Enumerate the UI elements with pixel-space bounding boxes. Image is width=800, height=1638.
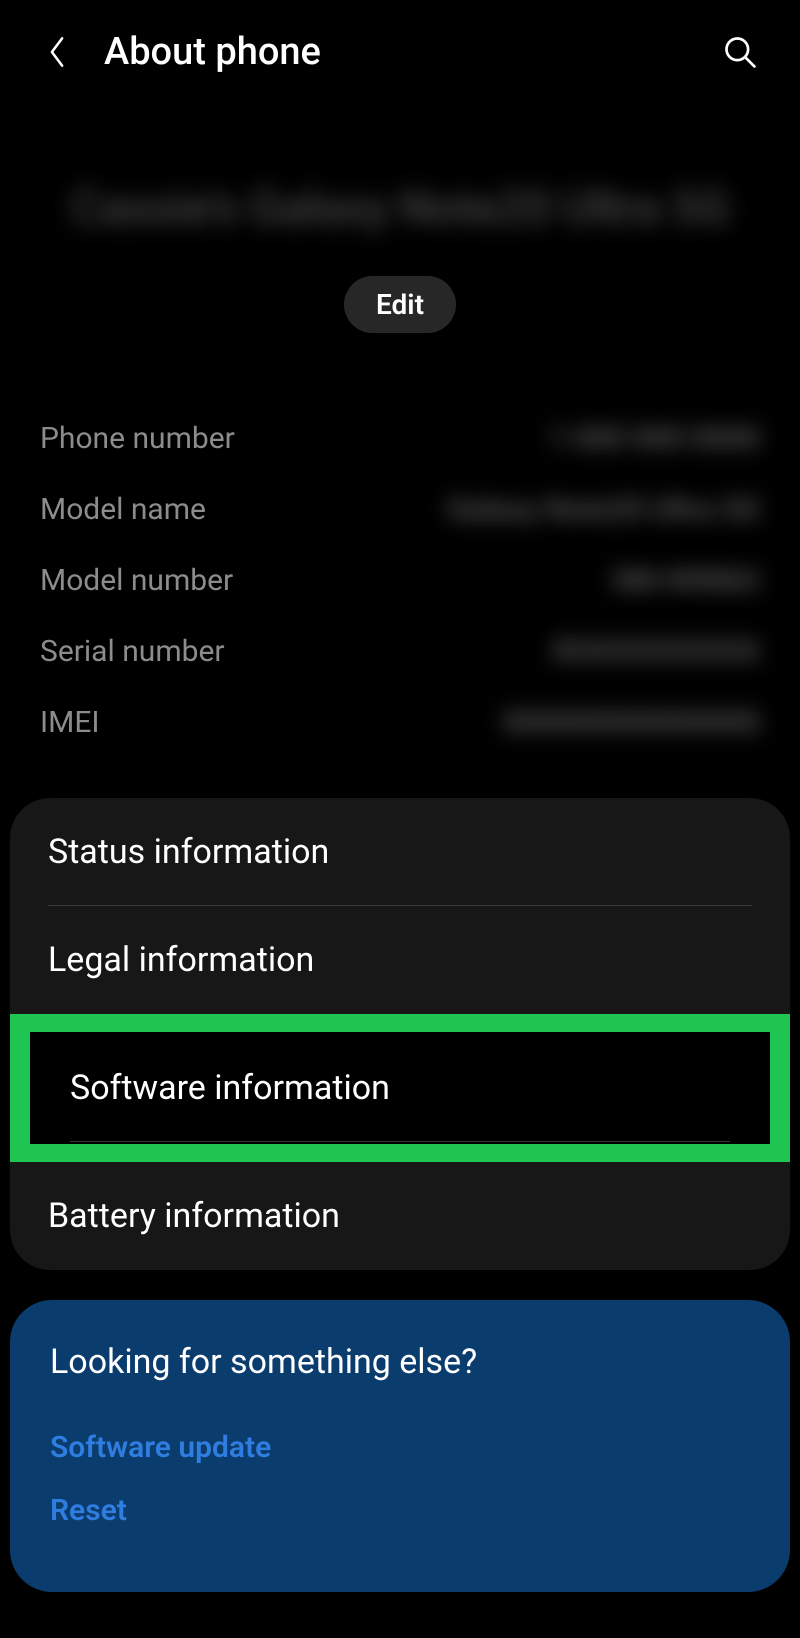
device-info-list: Phone number 1 000 000 0000 Model name G… [0,353,800,768]
back-icon[interactable] [40,35,74,69]
reset-link[interactable]: Reset [50,1479,750,1542]
info-value-redacted: R5XXXXXXXXX [553,634,760,669]
battery-information-item[interactable]: Battery information [10,1162,790,1270]
software-update-link[interactable]: Software update [50,1416,750,1479]
info-row-serial-number[interactable]: Serial number R5XXXXXXXXX [40,616,760,687]
edit-button[interactable]: Edit [344,276,456,333]
info-row-model-number[interactable]: Model number SM-N986U [40,545,760,616]
software-information-item[interactable]: Software information [32,1034,768,1142]
info-row-model-name[interactable]: Model name Galaxy Note20 Ultra 5G [40,474,760,545]
info-row-imei[interactable]: IMEI 000000000000000 [40,687,760,758]
suggestions-title: Looking for something else? [50,1342,750,1382]
info-value-redacted: Galaxy Note20 Ultra 5G [447,492,760,527]
info-sections-card: Status information Legal information Sof… [10,798,790,1270]
search-icon[interactable] [720,32,760,72]
info-row-phone-number[interactable]: Phone number 1 000 000 0000 [40,403,760,474]
info-value-redacted: 000000000000000 [503,705,760,740]
page-title: About phone [104,30,720,74]
legal-information-item[interactable]: Legal information [10,906,790,1014]
info-label: Phone number [40,421,235,456]
device-name-section: Cassie's Galaxy Note20 Ultra 5G Edit [0,94,800,353]
info-label: Model name [40,492,206,527]
device-name-redacted: Cassie's Galaxy Note20 Ultra 5G [40,179,760,236]
status-information-item[interactable]: Status information [10,798,790,906]
info-value-redacted: 1 000 000 0000 [549,421,760,456]
info-label: Serial number [40,634,225,669]
info-label: Model number [40,563,233,598]
info-label: IMEI [40,705,100,740]
header: About phone [0,0,800,94]
software-information-highlight: Software information [10,1014,790,1162]
suggestions-card: Looking for something else? Software upd… [10,1300,790,1592]
info-value-redacted: SM-N986U [612,563,760,598]
